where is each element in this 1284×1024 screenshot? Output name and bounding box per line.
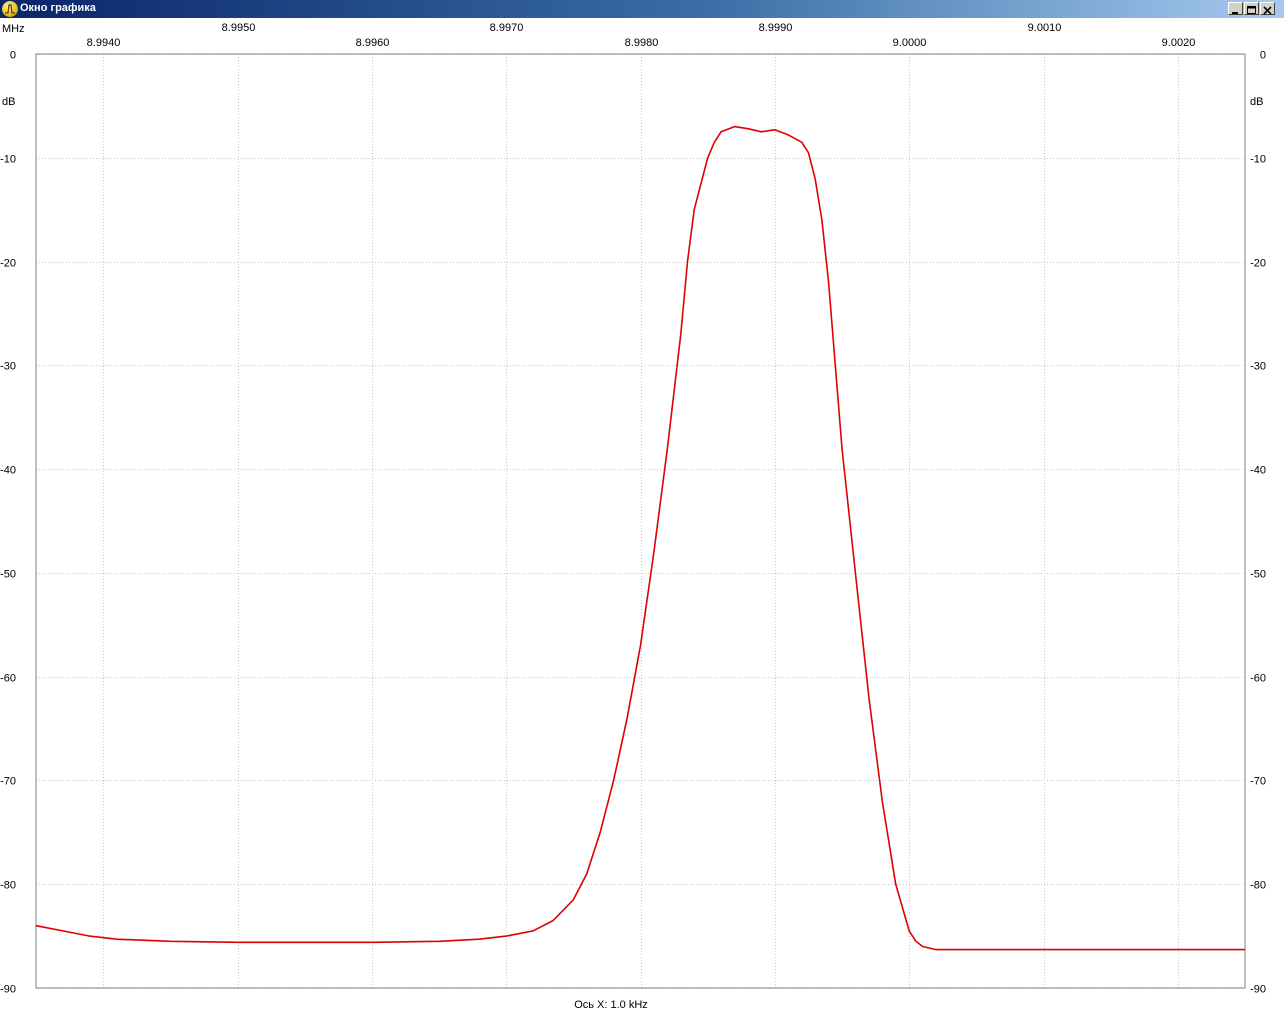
close-button[interactable] [1260, 2, 1275, 15]
x-tick-label: 8.9980 [625, 37, 659, 49]
y-tick-label-right: -10 [1250, 154, 1266, 166]
y-tick-label-left: -60 [0, 673, 16, 685]
x-unit-label: MHz [2, 23, 25, 35]
axis-labels: MHz dB dB Ось X: 1.0 kHz 8.9940 8.9950 8.9… [0, 22, 1266, 1011]
y-tick-label-right: -40 [1250, 465, 1266, 477]
y-tick-label-left: -50 [0, 569, 16, 581]
x-tick-label: 8.9940 [87, 37, 121, 49]
x-tick-label: 8.9960 [356, 37, 390, 49]
graph-app-icon[interactable] [2, 1, 18, 17]
y-tick-label-right: 0 [1260, 50, 1266, 62]
maximize-icon [1247, 6, 1256, 14]
y-tick-label-left: 0 [10, 50, 16, 62]
y-tick-label-left: -40 [0, 465, 16, 477]
maximize-button[interactable] [1244, 2, 1259, 15]
window-titlebar[interactable]: Окно графика [0, 0, 1284, 18]
y-tick-label-right: -60 [1250, 673, 1266, 685]
y-tick-label-right: -50 [1250, 569, 1266, 581]
x-tick-label: 8.9950 [222, 22, 256, 34]
x-tick-label: 9.0000 [893, 37, 927, 49]
plot-frame [35, 53, 1246, 989]
y-tick-label-left: -90 [0, 984, 16, 996]
y-tick-label-right: -90 [1250, 984, 1266, 996]
y-tick-label-left: -80 [0, 880, 16, 892]
y-tick-label-left: -20 [0, 258, 16, 270]
y-unit-label-left: dB [2, 96, 15, 108]
minimize-button[interactable] [1228, 2, 1243, 15]
window-title: Окно графика [20, 2, 96, 14]
series-line [35, 125, 1245, 951]
y-tick-label-right: -70 [1250, 776, 1266, 788]
spectrum-chart[interactable]: MHz dB dB Ось X: 1.0 kHz 8.9940 8.9950 8.9… [0, 18, 1284, 1024]
graph-app-icon-glyph [5, 4, 15, 14]
series-layer [35, 125, 1245, 951]
y-tick-label-left: -30 [0, 361, 16, 373]
x-tick-label: 9.0010 [1028, 22, 1062, 34]
y-tick-label-right: -80 [1250, 880, 1266, 892]
y-tick-label-left: -70 [0, 776, 16, 788]
x-tick-label: 9.0020 [1162, 37, 1196, 49]
x-tick-label: 8.9990 [759, 22, 793, 34]
x-tick-label: 8.9970 [490, 22, 524, 34]
x-axis-caption: Ось X: 1.0 kHz [574, 999, 648, 1011]
y-tick-label-left: -10 [0, 154, 16, 166]
minimize-icon [1232, 12, 1238, 14]
y-tick-label-right: -20 [1250, 258, 1266, 270]
grid [36, 54, 1245, 989]
y-tick-label-right: -30 [1250, 361, 1266, 373]
close-icon [1263, 6, 1272, 15]
y-unit-label-right: dB [1250, 96, 1263, 108]
